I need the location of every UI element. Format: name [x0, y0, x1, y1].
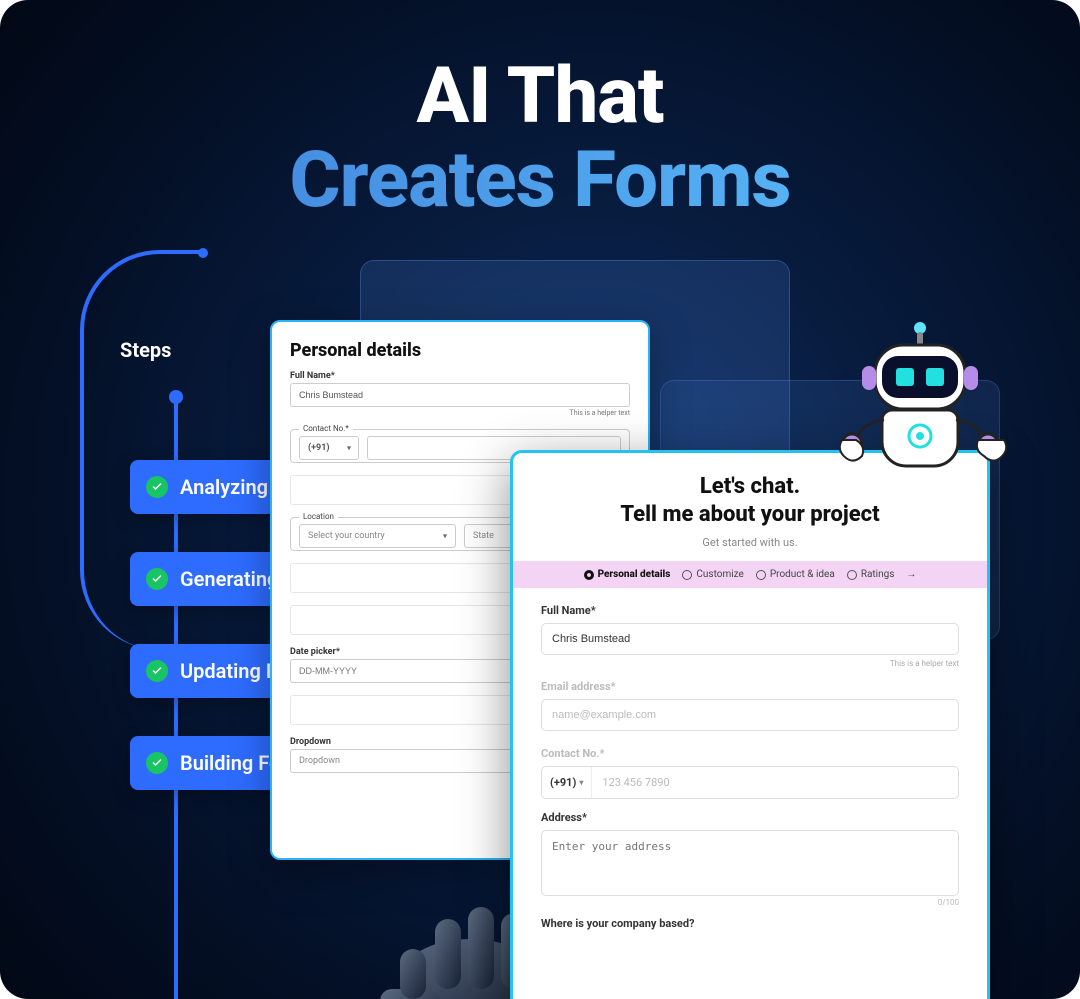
check-icon [146, 752, 168, 774]
check-icon [146, 476, 168, 498]
radio-icon [682, 570, 692, 580]
front-fullname-label: Full Name* [541, 604, 959, 617]
check-icon [146, 568, 168, 590]
radio-icon [847, 570, 857, 580]
chevron-down-icon: ▾ [347, 444, 351, 453]
front-email-label: Email address* [541, 680, 959, 693]
chevron-down-icon: ▾ [579, 778, 583, 787]
steps-heading: Steps [120, 338, 171, 362]
front-email-input[interactable] [541, 699, 959, 731]
arrow-right-icon[interactable]: → [906, 569, 916, 580]
radio-icon [584, 570, 594, 580]
tab-personal-details[interactable]: Personal details [584, 569, 671, 580]
back-location-label: Location [299, 512, 338, 521]
robot-illustration [820, 310, 1020, 510]
heading-line1: AI That [0, 55, 1080, 139]
front-fullname-group: Full Name* This is a helper text [541, 604, 959, 668]
front-company-question: Where is your company based? [541, 917, 959, 930]
front-email-group: Email address* [541, 680, 959, 735]
back-contact-label: Contact No.* [299, 424, 353, 433]
hero-stage: AI That Creates Forms Steps Analyzing Fo… [0, 0, 1080, 999]
back-fullname-label: Full Name* [290, 371, 630, 381]
check-icon [146, 660, 168, 682]
front-phone-group: Contact No.* (+91)▾ 123 456 7890 [541, 747, 959, 799]
heading-line2: Creates Forms [0, 139, 1080, 223]
front-fullname-input[interactable] [541, 623, 959, 655]
front-address-count: 0/100 [541, 898, 959, 907]
back-form-title: Personal details [290, 340, 630, 361]
radio-icon [756, 570, 766, 580]
front-phone-prefix[interactable]: (+91)▾ [542, 767, 592, 798]
front-phone-input[interactable]: 123 456 7890 [592, 767, 958, 798]
front-address-label: Address* [541, 811, 959, 824]
front-subtitle: Get started with us. [533, 536, 967, 549]
front-tabs: Personal details Customize Product & ide… [513, 561, 987, 588]
front-form-card: Let's chat. Tell me about your project G… [510, 450, 990, 999]
back-fullname-input[interactable] [290, 383, 630, 407]
front-phone-wrapper: (+91)▾ 123 456 7890 [541, 766, 959, 799]
back-helper: This is a helper text [290, 409, 630, 417]
front-body: Full Name* This is a helper text Email a… [513, 588, 987, 999]
tab-product-idea[interactable]: Product & idea [756, 569, 835, 580]
chevron-down-icon: ▾ [443, 532, 447, 541]
back-fullname-field: Full Name* This is a helper text [290, 371, 630, 417]
front-phone-label: Contact No.* [541, 747, 959, 760]
front-address-group: Address* 0/100 [541, 811, 959, 907]
back-country-select[interactable]: Select your country▾ [299, 524, 456, 548]
front-address-input[interactable] [541, 830, 959, 896]
hero-heading: AI That Creates Forms [0, 55, 1080, 223]
front-fullname-helper: This is a helper text [541, 659, 959, 668]
tab-ratings[interactable]: Ratings [847, 569, 895, 580]
tab-customize[interactable]: Customize [682, 569, 743, 580]
